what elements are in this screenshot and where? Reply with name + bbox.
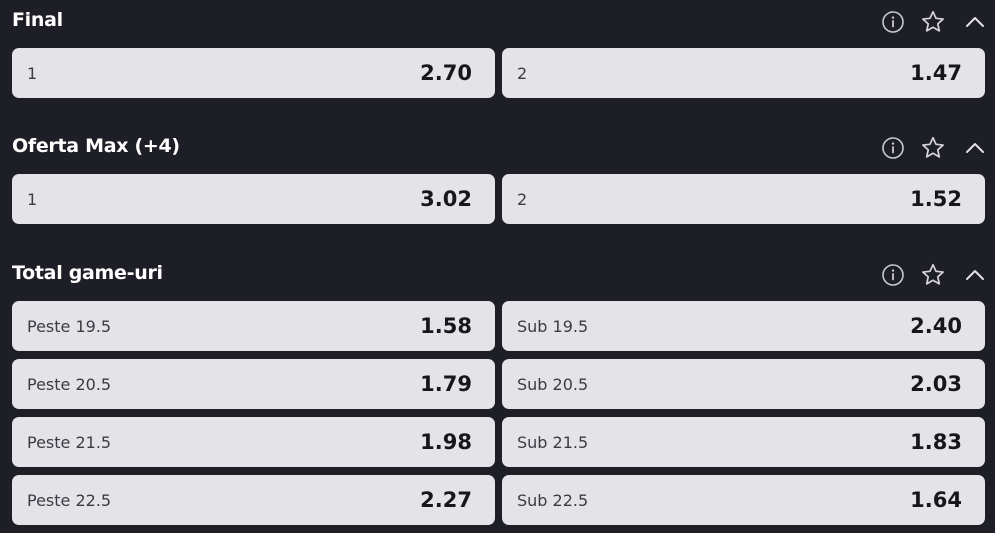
market-title: Oferta Max (+4) bbox=[12, 135, 180, 157]
chevron-up-icon[interactable] bbox=[962, 135, 988, 161]
odds-row: Peste 21.5 1.98 Sub 21.5 1.83 bbox=[12, 417, 985, 467]
odds-value: 2.27 bbox=[420, 488, 472, 512]
odds-row: Peste 19.5 1.58 Sub 19.5 2.40 bbox=[12, 301, 985, 351]
market-oferta-max: Oferta Max (+4) 1 3.02 2 1.52 bbox=[0, 126, 995, 224]
odds-label: Peste 20.5 bbox=[27, 374, 112, 394]
odds-button[interactable]: Peste 21.5 1.98 bbox=[12, 417, 495, 467]
odds-button[interactable]: Sub 19.5 2.40 bbox=[502, 301, 985, 351]
odds-value: 1.52 bbox=[910, 187, 962, 211]
odds-value: 2.40 bbox=[910, 314, 962, 338]
odds-label: Sub 22.5 bbox=[517, 490, 589, 510]
odds-label: Peste 19.5 bbox=[27, 316, 112, 336]
odds-row: 1 2.70 2 1.47 bbox=[12, 48, 985, 98]
odds-label: 1 bbox=[27, 63, 38, 83]
market-title: Final bbox=[12, 9, 63, 31]
odds-row: Peste 20.5 1.79 Sub 20.5 2.03 bbox=[12, 359, 985, 409]
info-icon[interactable] bbox=[880, 9, 906, 35]
odds-row: Peste 22.5 2.27 Sub 22.5 1.64 bbox=[12, 475, 985, 525]
odds-label: Peste 21.5 bbox=[27, 432, 112, 452]
odds-button[interactable]: Sub 21.5 1.83 bbox=[502, 417, 985, 467]
odds-button[interactable]: 1 3.02 bbox=[12, 174, 495, 224]
odds-button[interactable]: Sub 20.5 2.03 bbox=[502, 359, 985, 409]
star-outline-icon[interactable] bbox=[920, 135, 946, 161]
star-outline-icon[interactable] bbox=[920, 9, 946, 35]
market-title: Total game-uri bbox=[12, 262, 163, 284]
market-total-games: Total game-uri Peste 19.5 1.58 Sub 19.5 … bbox=[0, 253, 995, 525]
odds-label: Peste 22.5 bbox=[27, 490, 112, 510]
odds-grid: Peste 19.5 1.58 Sub 19.5 2.40 Peste 20.5… bbox=[12, 301, 985, 533]
odds-grid: 1 2.70 2 1.47 bbox=[12, 48, 985, 106]
odds-value: 1.83 bbox=[910, 430, 962, 454]
odds-value: 3.02 bbox=[420, 187, 472, 211]
odds-value: 2.70 bbox=[420, 61, 472, 85]
star-outline-icon[interactable] bbox=[920, 262, 946, 288]
odds-label: 2 bbox=[517, 63, 528, 83]
odds-label: 2 bbox=[517, 189, 528, 209]
market-header: Final bbox=[0, 0, 995, 44]
odds-value: 1.64 bbox=[910, 488, 962, 512]
odds-button[interactable]: Peste 22.5 2.27 bbox=[12, 475, 495, 525]
market-header: Total game-uri bbox=[0, 253, 995, 297]
odds-button[interactable]: 1 2.70 bbox=[12, 48, 495, 98]
odds-label: Sub 21.5 bbox=[517, 432, 589, 452]
odds-value: 1.98 bbox=[420, 430, 472, 454]
odds-value: 1.58 bbox=[420, 314, 472, 338]
info-icon[interactable] bbox=[880, 262, 906, 288]
odds-button[interactable]: 2 1.47 bbox=[502, 48, 985, 98]
odds-grid: 1 3.02 2 1.52 bbox=[12, 174, 985, 232]
odds-label: Sub 19.5 bbox=[517, 316, 589, 336]
market-final: Final 1 2.70 2 1.47 bbox=[0, 0, 995, 98]
chevron-up-icon[interactable] bbox=[962, 262, 988, 288]
odds-label: 1 bbox=[27, 189, 38, 209]
odds-value: 2.03 bbox=[910, 372, 962, 396]
odds-value: 1.79 bbox=[420, 372, 472, 396]
odds-button[interactable]: Peste 20.5 1.79 bbox=[12, 359, 495, 409]
market-header: Oferta Max (+4) bbox=[0, 126, 995, 170]
odds-label: Sub 20.5 bbox=[517, 374, 589, 394]
info-icon[interactable] bbox=[880, 135, 906, 161]
odds-row: 1 3.02 2 1.52 bbox=[12, 174, 985, 224]
chevron-up-icon[interactable] bbox=[962, 9, 988, 35]
odds-value: 1.47 bbox=[910, 61, 962, 85]
odds-button[interactable]: Sub 22.5 1.64 bbox=[502, 475, 985, 525]
odds-button[interactable]: 2 1.52 bbox=[502, 174, 985, 224]
odds-button[interactable]: Peste 19.5 1.58 bbox=[12, 301, 495, 351]
